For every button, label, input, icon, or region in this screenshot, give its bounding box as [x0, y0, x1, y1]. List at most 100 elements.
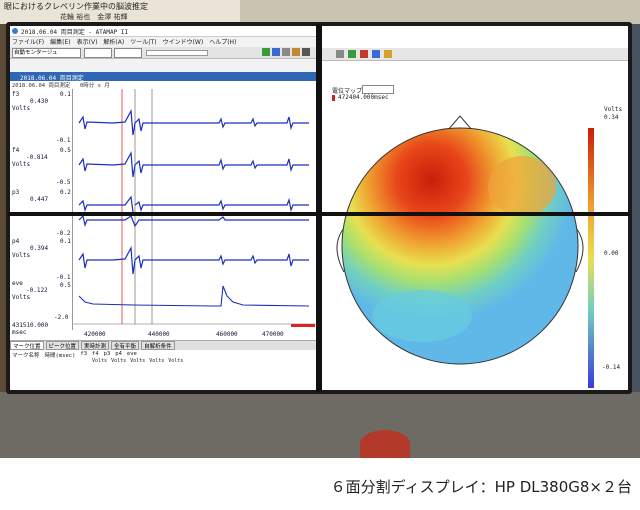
x-tick-3: 460000	[216, 331, 238, 338]
toolbar-icon-help[interactable]	[302, 48, 310, 56]
poster-authors: 花輪 裕也 金澤 祐輝	[60, 13, 128, 21]
unit-eve: Volts	[168, 358, 184, 364]
scale-bottom-p4: -0.1	[56, 274, 71, 281]
channel-value: -0.122	[26, 287, 48, 294]
app-menubar: ファイル(F) 編集(E) 表示(V) 解析(A) ツール(T) ウインドウ(W…	[12, 37, 312, 46]
eeg-traces-bottom	[73, 216, 316, 327]
channel-p4: p4 0.394 Volts	[12, 238, 48, 259]
map-icon-4[interactable]	[372, 50, 380, 58]
app-title: 2018.06.04 両目測定 - ATAMAP II	[21, 29, 129, 36]
mouse	[360, 430, 410, 458]
tab-balance[interactable]: 全有平衡	[111, 341, 140, 350]
unit-p3: Volts	[130, 358, 146, 364]
channel-value: 0.430	[30, 98, 49, 105]
channel-f3: f3 0.430 Volts	[12, 91, 48, 112]
app-titlebar: 2018.06.04 両目測定 - ATAMAP II	[10, 26, 316, 37]
time-label: 0時分 s 月	[80, 83, 110, 89]
time-scrollbar[interactable]	[291, 324, 315, 327]
subwindow-titlebar: 2018.06.04 両目測定	[10, 72, 316, 82]
screen-top-left: 2018.06.04 両目測定 - ATAMAP II ファイル(F) 編集(E…	[10, 26, 316, 212]
photo-caption: ６面分割ディスプレイ：HP DL380G8×２台	[330, 478, 632, 496]
tab-peak-position[interactable]: ピーク位置	[45, 341, 80, 350]
menu-edit[interactable]: 編集(E)	[50, 37, 70, 46]
map-icon-3[interactable]	[360, 50, 368, 58]
unit-p4: Volts	[149, 358, 165, 364]
toolbar-icon-save[interactable]	[292, 48, 300, 56]
channel-name: eve	[12, 280, 23, 287]
map-coolspot	[372, 290, 472, 342]
app-toolbar: 自動モンタージュ	[10, 47, 316, 59]
scale-min-label: -0.14	[602, 364, 621, 371]
scale-bottom-eve: -2.0	[54, 314, 69, 321]
photo: 眼におけるクレペリン作業中の脳波推定 花輪 裕也 金澤 祐輝 2018.06.0…	[0, 0, 640, 458]
scale-bottom-p3: -0.2	[56, 230, 71, 237]
scale-top-p3: 0.2	[60, 189, 71, 196]
trace-p3-bottom	[78, 216, 309, 228]
desk	[0, 392, 640, 458]
scale-unit-label: Volts	[604, 106, 623, 113]
map-toolbar	[322, 48, 628, 61]
menu-help[interactable]: ヘルプ(H)	[209, 37, 236, 46]
scale-top-f4: 0.5	[60, 147, 71, 154]
trace-p4	[78, 245, 309, 275]
tab-mark-position[interactable]: マーク位置	[10, 341, 44, 350]
channel-value: 0.447	[30, 196, 49, 203]
channel-unit: Volts	[12, 252, 31, 259]
channel-f4: f4 -0.814 Volts	[12, 147, 48, 168]
menu-file[interactable]: ファイル(F)	[12, 37, 44, 46]
scale-bottom-f3: -0.1	[56, 137, 71, 144]
toolbar-select-2[interactable]	[114, 48, 142, 58]
toolbar-icon-stop[interactable]	[272, 48, 280, 56]
mode-select[interactable]: 自動モンタージュ	[12, 48, 81, 58]
channel-unit: Volts	[12, 294, 31, 301]
x-tick-2: 440000	[148, 331, 170, 338]
col-time: 時間(msec)	[44, 353, 76, 359]
menu-window[interactable]: ウインドウ(W)	[163, 37, 204, 46]
wall-picture	[240, 0, 640, 24]
scale-max-label: 0.34	[604, 114, 619, 121]
recording-label: 2018.06.04 両目測定	[12, 83, 71, 89]
trace-eve	[78, 285, 310, 307]
channel-name: p4	[12, 238, 20, 245]
color-scale-bar	[588, 128, 594, 388]
map-icon-5[interactable]	[384, 50, 392, 58]
map-icon-1[interactable]	[336, 50, 344, 58]
unit-f3: Volts	[92, 358, 108, 364]
menu-analyze[interactable]: 解析(A)	[103, 37, 124, 46]
trace-f3	[78, 108, 309, 136]
tab-strip: マーク位置 ピーク位置 実時計測 全有平衡 自解析条件	[10, 340, 316, 350]
col-mark-name: マーク名称	[12, 353, 40, 359]
x-tick-4: 470000	[262, 331, 284, 338]
cursor-time: 431510.000	[12, 322, 49, 329]
menu-tools[interactable]: ツール(T)	[130, 37, 156, 46]
channel-unit: Volts	[12, 105, 31, 112]
scale-mid-label: 0.00	[604, 250, 619, 257]
channel-eve: eve -0.122 Volts	[12, 280, 48, 301]
channel-name: p3	[12, 189, 20, 196]
scale-top-p4: 0.1	[60, 238, 71, 245]
tab-analysis-conditions[interactable]: 自解析条件	[141, 341, 175, 350]
tab-realtime[interactable]: 実時計測	[81, 341, 110, 350]
screen-bottom-left: -0.2 p4 0.394 Volts 0.1 -0.1 eve -0.122 …	[10, 216, 316, 390]
trace-area-top: f3 0.430 Volts 0.1 -0.1 f4 -0.814 Volts …	[10, 89, 316, 212]
toolbar-slider[interactable]	[146, 50, 208, 56]
channel-name: f4	[12, 147, 20, 154]
poster-title: 眼におけるクレペリン作業中の脳波推定	[4, 2, 148, 11]
eeg-traces-top	[78, 89, 309, 212]
channel-p3: p3 0.447	[12, 189, 48, 203]
cursor-unit: msec	[12, 329, 27, 336]
app-icon	[12, 28, 18, 34]
toolbar-icon-run[interactable]	[262, 48, 270, 56]
screen-seam-vertical	[316, 24, 322, 392]
scale-top-f3: 0.1	[60, 91, 71, 98]
map-select[interactable]	[362, 85, 394, 94]
screen-seam-horizontal	[8, 212, 630, 216]
toolbar-select-1[interactable]	[84, 48, 112, 58]
toolbar-icon-grid[interactable]	[282, 48, 290, 56]
menu-view[interactable]: 表示(V)	[77, 37, 98, 46]
x-tick-1: 420000	[84, 331, 106, 338]
unit-f4: Volts	[111, 358, 127, 364]
potential-map	[336, 115, 594, 388]
map-icon-2[interactable]	[348, 50, 356, 58]
channel-name: f3	[12, 91, 20, 98]
